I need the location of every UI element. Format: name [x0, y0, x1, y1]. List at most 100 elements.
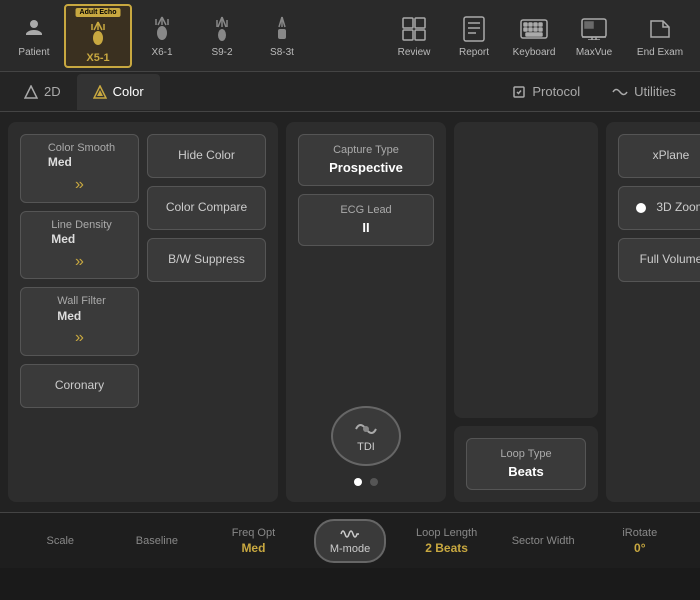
tab-utilities-label: Utilities	[634, 84, 676, 99]
m-mode-label: M-mode	[330, 543, 370, 555]
zoom-3d-radio	[636, 203, 646, 213]
end-exam-icon	[644, 13, 676, 45]
left-panel-inner: Color Smooth Med » Line Density Med »	[20, 134, 266, 408]
maxvue-button[interactable]: MaxVue	[564, 4, 624, 68]
zoom-3d-button[interactable]: 3D Zoom	[618, 186, 700, 230]
report-button[interactable]: Report	[444, 4, 504, 68]
color-compare-label: Color Compare	[166, 200, 247, 216]
tdi-label: TDI	[357, 441, 375, 453]
ecg-lead-button[interactable]: ECG Lead II	[298, 194, 434, 246]
freq-opt-value: Med	[241, 541, 265, 555]
tab-utilities[interactable]: Utilities	[596, 74, 692, 110]
ecg-lead-label: ECG Lead	[340, 203, 391, 218]
tab-bar: 2D Color Protocol Utilities	[0, 72, 700, 112]
left-panel: Color Smooth Med » Line Density Med »	[8, 122, 278, 502]
probe-s83t-button[interactable]: S8-3t	[252, 4, 312, 68]
line-density-button[interactable]: Line Density Med »	[20, 211, 139, 280]
line-density-value: Med	[51, 232, 75, 248]
m-mode-wave-icon	[340, 527, 360, 541]
tab-color-label: Color	[113, 84, 144, 99]
full-volume-button[interactable]: Full Volume	[618, 238, 700, 282]
line-density-label: Line Density	[51, 218, 112, 232]
bw-suppress-button[interactable]: B/W Suppress	[147, 238, 266, 282]
xplane-panel: xPlane 3D Zoom Full Volume	[606, 122, 700, 502]
irotate-control[interactable]: iRotate 0°	[591, 527, 688, 555]
s92-label: S9-2	[211, 47, 232, 58]
dot-2	[370, 478, 378, 486]
probe-xs1-button[interactable]: Adult Echo X5-1	[64, 4, 132, 68]
wall-filter-button[interactable]: Wall Filter Med »	[20, 287, 139, 356]
wall-filter-arrow: »	[75, 328, 84, 349]
probe-s92-button[interactable]: S9-2	[192, 4, 252, 68]
hide-color-button[interactable]: Hide Color	[147, 134, 266, 178]
xplane-label: xPlane	[653, 148, 690, 164]
keyboard-button[interactable]: Keyboard	[504, 4, 564, 68]
loop-type-value: Beats	[508, 463, 543, 481]
s83t-label: S8-3t	[270, 47, 294, 58]
maxvue-icon	[578, 13, 610, 45]
loop-length-label: Loop Length	[416, 527, 477, 539]
irotate-label: iRotate	[622, 527, 657, 539]
patient-button[interactable]: Patient	[4, 4, 64, 68]
loop-length-control[interactable]: Loop Length 2 Beats	[398, 527, 495, 555]
tab-2d[interactable]: 2D	[8, 74, 77, 110]
empty-panel	[454, 122, 598, 418]
x61-label: X6-1	[151, 47, 172, 58]
ecg-lead-value: II	[362, 219, 369, 237]
color-smooth-arrow: »	[75, 175, 84, 196]
end-exam-button[interactable]: End Exam	[624, 4, 696, 68]
page-dots	[298, 474, 434, 490]
report-icon	[458, 13, 490, 45]
wall-filter-value: Med	[57, 309, 81, 325]
baseline-label: Baseline	[136, 535, 178, 547]
color-icon	[93, 85, 107, 99]
m-mode-control[interactable]: M-mode	[302, 519, 399, 563]
coronary-button[interactable]: Coronary	[20, 364, 139, 408]
color-smooth-button[interactable]: Color Smooth Med »	[20, 134, 139, 203]
adult-echo-badge: Adult Echo	[76, 8, 121, 17]
capture-type-button[interactable]: Capture Type Prospective	[298, 134, 434, 186]
tdi-icon	[354, 419, 378, 439]
tdi-button[interactable]: TDI	[331, 406, 401, 466]
top-navigation-bar: Patient Adult Echo X5-1	[0, 0, 700, 72]
capture-type-label: Capture Type	[333, 143, 399, 158]
bottom-bar: Scale Baseline Freq Opt Med M-mode Loop …	[0, 512, 700, 568]
full-volume-label: Full Volume	[640, 252, 700, 268]
scale-label: Scale	[47, 535, 75, 547]
scale-control[interactable]: Scale	[12, 535, 109, 547]
freq-opt-control[interactable]: Freq Opt Med	[205, 527, 302, 555]
review-icon	[398, 13, 430, 45]
main-content: Color Smooth Med » Line Density Med »	[0, 112, 700, 512]
review-button[interactable]: Review	[384, 4, 444, 68]
probe-x61-button[interactable]: X6-1	[132, 4, 192, 68]
loop-type-button[interactable]: Loop Type Beats	[466, 438, 586, 490]
coronary-label: Coronary	[55, 378, 104, 394]
color-smooth-value: Med	[48, 155, 72, 171]
patient-label: Patient	[18, 47, 49, 58]
right-column: Hide Color Color Compare B/W Suppress	[147, 134, 266, 408]
xs1-label: X5-1	[86, 52, 109, 64]
capture-type-value: Prospective	[329, 159, 403, 177]
report-label: Report	[459, 47, 489, 58]
left-column: Color Smooth Med » Line Density Med »	[20, 134, 139, 408]
loop-type-label: Loop Type	[500, 447, 551, 462]
color-compare-button[interactable]: Color Compare	[147, 186, 266, 230]
m-mode-button[interactable]: M-mode	[314, 519, 386, 563]
x61-probe-icon	[146, 13, 178, 45]
xplane-button[interactable]: xPlane	[618, 134, 700, 178]
keyboard-icon	[518, 13, 550, 45]
sector-width-control[interactable]: Sector Width	[495, 535, 592, 547]
right-area: Loop Type Beats	[454, 122, 598, 502]
baseline-control[interactable]: Baseline	[109, 535, 206, 547]
s92-probe-icon	[206, 13, 238, 45]
tab-protocol[interactable]: Protocol	[496, 74, 596, 110]
freq-opt-label: Freq Opt	[232, 527, 275, 539]
protocol-icon	[512, 85, 526, 99]
end-exam-label: End Exam	[637, 47, 683, 58]
wall-filter-label: Wall Filter	[57, 294, 105, 308]
line-density-arrow: »	[75, 252, 84, 273]
tab-protocol-label: Protocol	[532, 84, 580, 99]
tab-color[interactable]: Color	[77, 74, 160, 110]
2d-icon	[24, 85, 38, 99]
patient-icon	[18, 13, 50, 45]
